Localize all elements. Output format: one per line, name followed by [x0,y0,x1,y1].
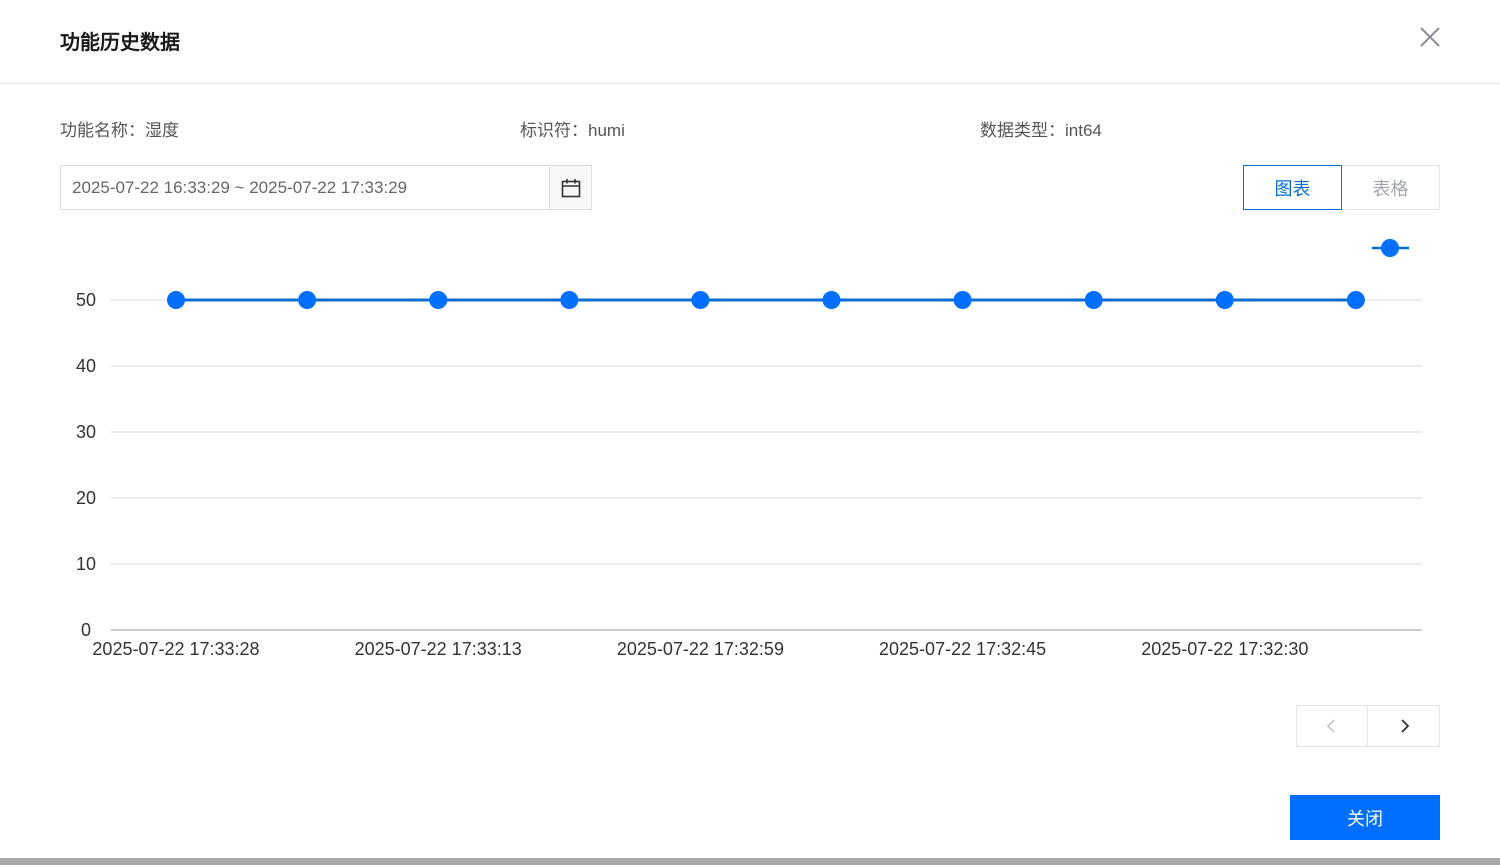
tab-chart[interactable]: 图表 [1243,165,1342,210]
date-range-picker[interactable]: 2025-07-22 16:33:29 ~ 2025-07-22 17:33:2… [60,165,592,210]
y-tick-label: 0 [81,620,91,640]
tab-table[interactable]: 表格 [1341,165,1440,210]
x-tick-label: 2025-07-22 17:33:13 [355,639,522,659]
data-type-field: 数据类型：int64 [980,116,1102,141]
history-dialog: 功能历史数据 功能名称：湿度 标识符：humi 数据类型：int64 2025-… [0,0,1500,858]
function-name-field: 功能名称：湿度 [60,116,179,141]
date-range-value[interactable]: 2025-07-22 16:33:29 ~ 2025-07-22 17:33:2… [72,178,407,198]
calendar-icon-graphic [561,178,580,197]
chart-canvas: 0 10 20 30 40 50 2025-07-22 17:33:28 2025-07-2… [76,239,1422,659]
data-point [560,291,579,309]
y-tick-label: 20 [76,488,96,508]
close-button[interactable]: 关闭 [1290,795,1440,840]
x-tick-label: 2025-07-22 17:32:45 [879,639,1046,659]
x-tick-label: 2025-07-22 17:33:28 [92,639,259,659]
close-icon-graphic [1420,27,1440,47]
data-type-value: int64 [1065,121,1102,140]
chevron-left-icon-graphic [1326,719,1335,733]
chevron-right-icon-graphic [1400,719,1409,733]
humidity-line-chart: 0 10 20 30 40 50 2025-07-22 17:33:28 2025-07-2… [0,230,1500,670]
calendar-icon[interactable] [549,166,591,209]
data-point [429,291,448,309]
data-point [298,291,317,309]
data-point [1215,291,1234,309]
y-tick-label: 40 [76,356,96,376]
x-tick-label: 2025-07-22 17:32:30 [1141,639,1308,659]
dialog-header: 功能历史数据 [0,0,1500,84]
close-icon[interactable] [1414,22,1446,54]
view-toggle: 图表 表格 [1243,165,1440,210]
legend-marker [1381,239,1399,257]
data-type-label: 数据类型： [980,121,1065,140]
identifier-value: humi [588,121,625,140]
function-name-label: 功能名称： [60,121,145,140]
chevron-right-icon[interactable] [1368,706,1439,746]
y-tick-label: 50 [76,290,96,310]
x-tick-label: 2025-07-22 17:32:59 [617,639,784,659]
data-point [167,291,185,309]
backdrop-strip [0,858,1500,865]
chevron-left-icon[interactable] [1297,706,1368,746]
dialog-title: 功能历史数据 [60,32,180,54]
data-point [691,291,710,309]
y-tick-label: 10 [76,554,96,574]
data-point [953,291,972,309]
data-point [1346,291,1365,309]
function-name-value: 湿度 [145,121,179,140]
data-point [822,291,841,309]
identifier-field: 标识符：humi [520,116,625,141]
pagination [1296,705,1440,747]
identifier-label: 标识符： [520,121,588,140]
info-row: 功能名称：湿度 标识符：humi 数据类型：int64 [60,116,1440,141]
y-tick-label: 30 [76,422,96,442]
data-point [1084,291,1103,309]
